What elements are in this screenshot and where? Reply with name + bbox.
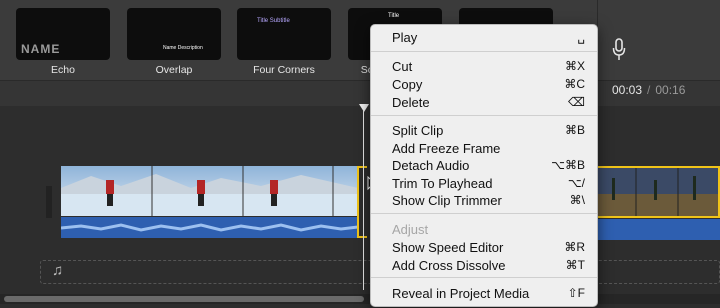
- clip-selection-right-edge[interactable]: [598, 166, 720, 218]
- menu-item-label: Reveal in Project Media: [392, 286, 530, 301]
- audio-waveform-desert[interactable]: [598, 219, 720, 240]
- menu-item-shortcut: ⇧F: [567, 286, 585, 300]
- audio-waveform-hockey[interactable]: [61, 217, 358, 238]
- thumb-text: Title Subtitle: [257, 18, 290, 24]
- thumb-text: NAME: [21, 42, 61, 56]
- menu-item-shortcut: ⌘X: [564, 59, 585, 73]
- title-label-sc: Sc: [360, 64, 373, 76]
- menu-item-adjust: Adjust: [371, 221, 597, 238]
- menu-item-shortcut: ⌘R: [564, 240, 585, 254]
- menu-item-shortcut: ⌘C: [564, 77, 585, 91]
- menu-item-label: Play: [392, 30, 418, 45]
- waveform: [61, 223, 358, 232]
- playhead-icon[interactable]: [359, 104, 369, 112]
- total-duration: 00:16: [655, 83, 686, 97]
- thumb-text: Title: [388, 13, 400, 19]
- menu-item-label: Detach Audio: [392, 158, 470, 173]
- track-start-marker: [46, 186, 52, 218]
- clip-context-menu: Play ␣ Cut ⌘X Copy ⌘C Delete ⌫ Split Cli…: [370, 24, 598, 307]
- menu-item-show-speed-editor[interactable]: Show Speed Editor ⌘R: [371, 239, 597, 256]
- menu-item-shortcut: ⌥⌘B: [551, 158, 585, 172]
- title-thumb-overlap[interactable]: Name Description: [127, 8, 221, 60]
- menu-item-split-clip[interactable]: Split Clip ⌘B: [371, 122, 597, 139]
- menu-item-label: Delete: [392, 95, 430, 110]
- menu-item-copy[interactable]: Copy ⌘C: [371, 76, 597, 93]
- menu-separator: [371, 213, 597, 214]
- clip-filmstrip: [61, 166, 358, 216]
- menu-item-detach-audio[interactable]: Detach Audio ⌥⌘B: [371, 157, 597, 174]
- menu-item-label: Split Clip: [392, 123, 444, 138]
- menu-item-add-freeze-frame[interactable]: Add Freeze Frame: [371, 140, 597, 157]
- video-clip-hockey[interactable]: [61, 166, 358, 216]
- timecode-separator: /: [647, 83, 651, 97]
- menu-item-add-cross-dissolve[interactable]: Add Cross Dissolve ⌘T: [371, 257, 597, 274]
- menu-item-shortcut: ⌫: [568, 95, 585, 109]
- current-time: 00:03: [612, 83, 643, 97]
- thumb-text: Name Description: [163, 45, 203, 51]
- scrollbar-thumb[interactable]: [4, 296, 364, 302]
- menu-item-shortcut: ⌘B: [564, 123, 585, 137]
- menu-item-trim-to-playhead[interactable]: Trim To Playhead ⌥/: [371, 175, 597, 192]
- menu-separator: [371, 115, 597, 116]
- menu-item-show-clip-trimmer[interactable]: Show Clip Trimmer ⌘\: [371, 192, 597, 209]
- menu-item-reveal-in-project-media[interactable]: Reveal in Project Media ⇧F: [371, 285, 597, 302]
- menu-item-play[interactable]: Play ␣: [371, 29, 597, 46]
- microphone-icon[interactable]: [612, 38, 626, 62]
- title-thumb-four-corners[interactable]: Title Subtitle: [237, 8, 331, 60]
- title-label-overlap: Overlap: [155, 64, 193, 76]
- menu-separator: [371, 51, 597, 52]
- menu-item-label: Copy: [392, 77, 423, 92]
- menu-item-label: Add Freeze Frame: [392, 141, 501, 156]
- menu-item-shortcut: ␣: [577, 30, 585, 44]
- title-thumb-echo[interactable]: NAME: [16, 8, 110, 60]
- menu-item-shortcut: ⌘\: [569, 193, 585, 207]
- clip-selection-left-edge[interactable]: [357, 166, 367, 238]
- menu-item-cut[interactable]: Cut ⌘X: [371, 58, 597, 75]
- menu-item-label: Add Cross Dissolve: [392, 258, 506, 273]
- timecode-display: 00:03 / 00:16: [612, 83, 685, 97]
- menu-item-delete[interactable]: Delete ⌫: [371, 94, 597, 111]
- title-label-echo: Echo: [51, 64, 75, 76]
- menu-item-label: Trim To Playhead: [392, 176, 493, 191]
- menu-item-shortcut: ⌥/: [567, 176, 585, 190]
- menu-item-label: Show Clip Trimmer: [392, 193, 502, 208]
- playhead-line[interactable]: [363, 110, 364, 290]
- menu-item-label: Cut: [392, 59, 413, 74]
- menu-item-label: Adjust: [392, 222, 429, 237]
- menu-separator: [371, 277, 597, 278]
- menu-item-label: Show Speed Editor: [392, 240, 504, 255]
- music-note-icon: ♫: [52, 262, 64, 279]
- menu-item-shortcut: ⌘T: [565, 258, 585, 272]
